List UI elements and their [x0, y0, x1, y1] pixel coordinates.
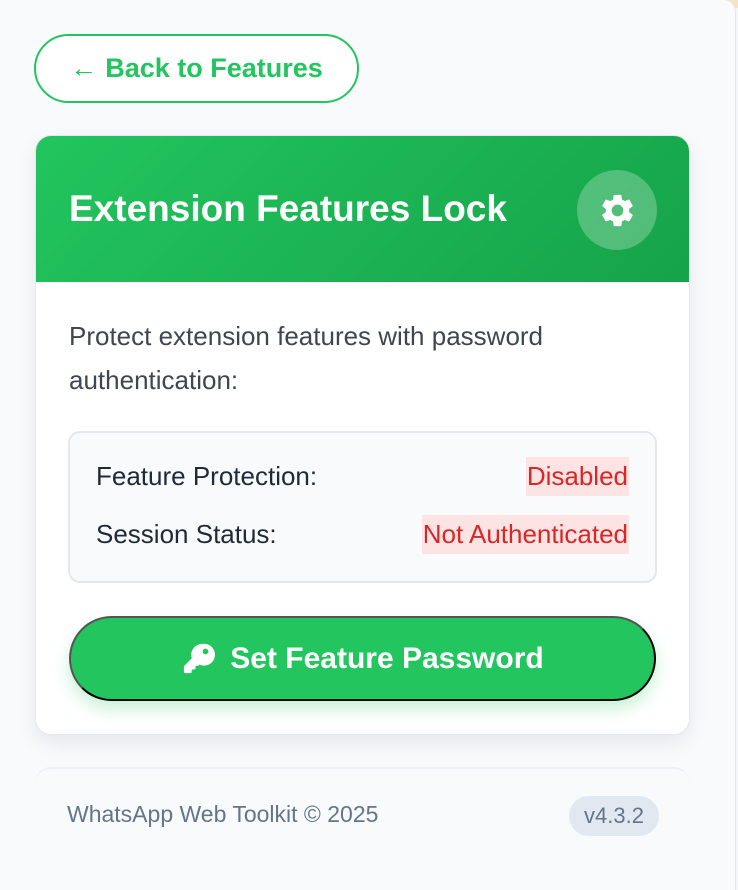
- feature-protection-status: Disabled: [525, 456, 629, 496]
- feature-protection-row: Feature Protection: Disabled: [96, 456, 629, 496]
- set-password-label: Set Feature Password: [230, 641, 544, 675]
- feature-protection-label: Feature Protection:: [96, 460, 318, 491]
- arrow-left-icon: ←: [70, 53, 98, 83]
- status-summary: Feature Protection: Disabled Session Sta…: [68, 431, 657, 583]
- back-button-label: Back to Features: [105, 53, 323, 83]
- session-status-row: Session Status: Not Authenticated: [96, 514, 629, 554]
- set-feature-password-button[interactable]: Set Feature Password: [69, 616, 656, 701]
- version-badge: v4.3.2: [569, 796, 659, 836]
- feature-lock-description: Protect extension features with password…: [69, 321, 544, 395]
- back-to-features-button[interactable]: ← Back to Features: [34, 34, 359, 103]
- settings-button[interactable]: [577, 170, 657, 250]
- gear-icon: [601, 194, 633, 226]
- session-status-label: Session Status:: [96, 518, 277, 549]
- page-title: Extension Features Lock: [69, 188, 507, 229]
- session-status-value: Not Authenticated: [421, 514, 629, 554]
- app-copyright: WhatsApp Web Toolkit © 2025: [67, 801, 379, 827]
- app-footer: WhatsApp Web Toolkit © 2025 v4.3.2: [35, 767, 690, 890]
- extension-panel: ← Back to Features Extension Features Lo…: [0, 0, 736, 890]
- feature-lock-card: Extension Features Lock Protect extensio…: [35, 135, 690, 735]
- key-icon: [184, 643, 216, 674]
- feature-lock-header: Extension Features Lock: [36, 136, 689, 282]
